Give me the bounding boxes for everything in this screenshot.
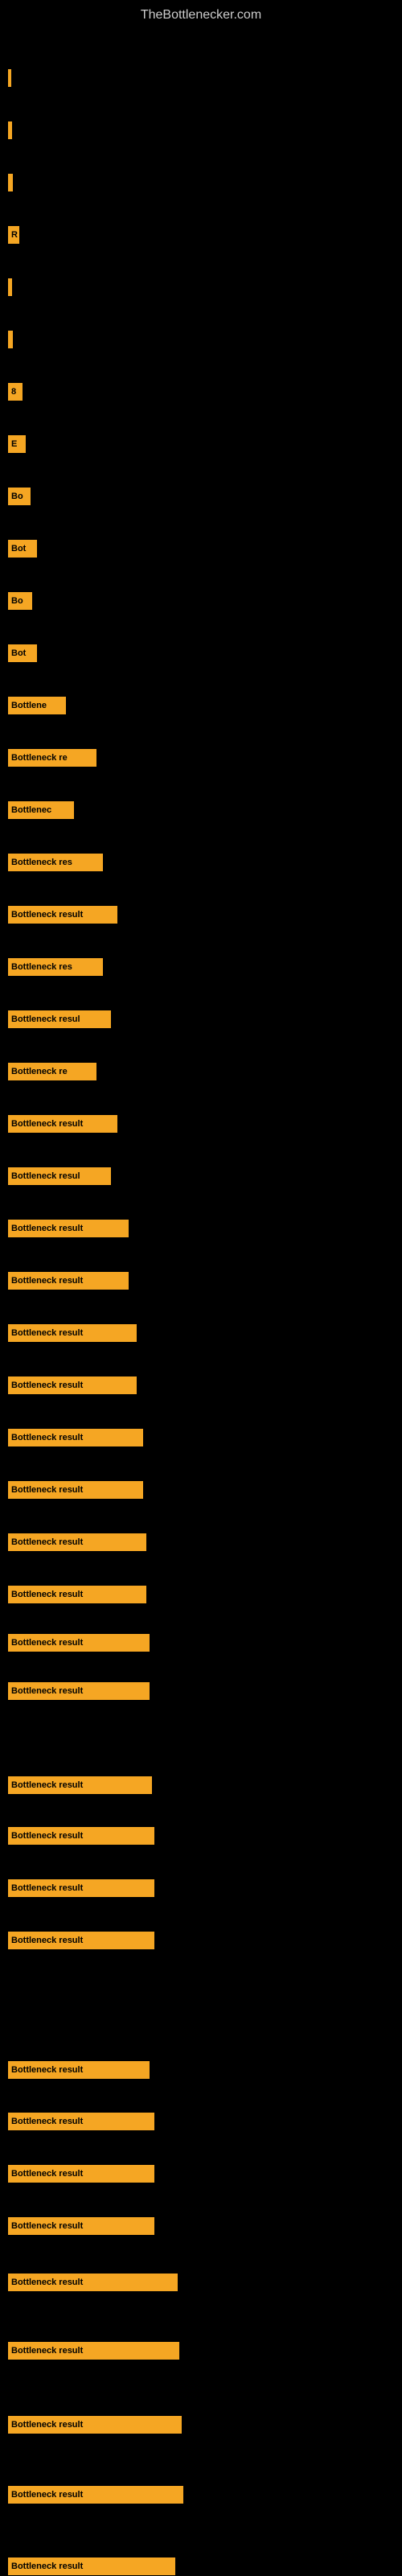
bar-label: Bottleneck result (8, 1324, 137, 1342)
bar-row: Bottleneck result (8, 2557, 175, 2576)
bar-row: Bot (8, 644, 37, 663)
bar-label: Bo (8, 592, 32, 610)
bar-label: Bottleneck result (8, 1827, 154, 1845)
bar-row: Bo (8, 487, 31, 506)
bar-label (8, 331, 13, 348)
bar-row: Bottleneck result (8, 1681, 150, 1701)
bar-label: Bottleneck resul (8, 1167, 111, 1185)
bar-label: Bottleneck result (8, 2061, 150, 2079)
bar-row: Bottleneck result (8, 2341, 179, 2360)
bar-row: Bottleneck result (8, 1879, 154, 1898)
bar-label (8, 69, 11, 87)
bar-row: Bottleneck result (8, 2415, 182, 2434)
bar-label: Bottleneck result (8, 1429, 143, 1446)
bar-row: Bottleneck result (8, 2216, 154, 2236)
bar-label: Bottleneck re (8, 749, 96, 767)
bar-row: Bottleneck result (8, 1219, 129, 1238)
bar-label: Bottleneck result (8, 1776, 152, 1794)
bar-row: Bottleneck result (8, 1323, 137, 1343)
bar-row: E (8, 434, 26, 454)
bar-label: Bottleneck result (8, 906, 117, 924)
bar-row: Bottlene (8, 696, 66, 715)
bar-label: Bottleneck result (8, 1879, 154, 1897)
bar-row: Bottleneck resul (8, 1010, 111, 1029)
bar-row: Bottleneck result (8, 2485, 183, 2504)
bar-label: Bottleneck result (8, 2486, 183, 2504)
bar-label: Bottleneck result (8, 1634, 150, 1652)
bar-row: Bottleneck result (8, 1585, 146, 1604)
bar-label: Bottleneck result (8, 2557, 175, 2575)
bar-row: Bottleneck resul (8, 1167, 111, 1186)
bar-label: Bottleneck result (8, 2416, 182, 2434)
bar-label: Bottleneck result (8, 1272, 129, 1290)
bar-label: R (8, 226, 19, 244)
bar-row: Bottleneck result (8, 2273, 178, 2292)
bar-row (8, 278, 12, 297)
bar-row: Bo (8, 591, 32, 611)
bar-row (8, 121, 12, 140)
bar-row: Bottleneck result (8, 905, 117, 924)
bar-label: Bottleneck result (8, 2342, 179, 2360)
bar-label: Bottleneck res (8, 958, 103, 976)
bar-row: 8 (8, 382, 23, 401)
bar-row: Bottleneck result (8, 1428, 143, 1447)
bar-label: Bottleneck result (8, 1376, 137, 1394)
bar-row: Bottleneck result (8, 2060, 150, 2080)
bar-label: Bottlenec (8, 801, 74, 819)
bar-label: Bo (8, 488, 31, 505)
bar-label: Bottleneck result (8, 1586, 146, 1603)
bar-row: Bottleneck res (8, 853, 103, 872)
bar-label: Bottleneck result (8, 1220, 129, 1237)
bar-label: 8 (8, 383, 23, 401)
bar-label: Bottleneck result (8, 1533, 146, 1551)
bar-row: Bottleneck result (8, 1480, 143, 1500)
bar-row: Bottleneck result (8, 1533, 146, 1552)
bars-container: R 8 E Bo Bot Bo Bot Bottlene Bottleneck re Bottle… (0, 24, 402, 2574)
bar-label: Bottleneck result (8, 2217, 154, 2235)
bar-row: Bottleneck result (8, 2164, 154, 2183)
bar-label: Bottleneck result (8, 2274, 178, 2291)
bar-label: Bottleneck result (8, 1481, 143, 1499)
bar-row: Bottlenec (8, 800, 74, 820)
bar-row (8, 173, 13, 192)
bar-row (8, 68, 11, 88)
bar-label: Bottleneck result (8, 1682, 150, 1700)
bar-label: Bot (8, 540, 37, 558)
bar-label: E (8, 435, 26, 453)
bar-row: Bottleneck re (8, 748, 96, 767)
bar-label (8, 174, 13, 191)
bar-row: Bottleneck result (8, 1271, 129, 1290)
bar-label (8, 121, 12, 139)
bar-label: Bottleneck re (8, 1063, 96, 1080)
bar-row: Bottleneck re (8, 1062, 96, 1081)
bar-row: Bottleneck result (8, 1931, 154, 1950)
bar-label: Bottleneck result (8, 2113, 154, 2130)
bar-row: Bot (8, 539, 37, 558)
bar-label (8, 278, 12, 296)
bar-row: Bottleneck result (8, 1826, 154, 1846)
bar-label: Bot (8, 644, 37, 662)
bar-label: Bottleneck result (8, 1115, 117, 1133)
bar-label: Bottleneck res (8, 854, 103, 871)
bar-label: Bottleneck result (8, 2165, 154, 2183)
bar-row: Bottleneck result (8, 1376, 137, 1395)
bar-row: Bottleneck result (8, 1776, 152, 1795)
bar-label: Bottlene (8, 697, 66, 714)
bar-row: Bottleneck result (8, 1633, 150, 1652)
bar-label: Bottleneck resul (8, 1010, 111, 1028)
bar-row: Bottleneck res (8, 957, 103, 977)
bar-row: R (8, 225, 19, 245)
bar-row (8, 330, 13, 349)
bar-row: Bottleneck result (8, 1114, 117, 1134)
bar-row: Bottleneck result (8, 2112, 154, 2131)
bar-label: Bottleneck result (8, 1932, 154, 1949)
